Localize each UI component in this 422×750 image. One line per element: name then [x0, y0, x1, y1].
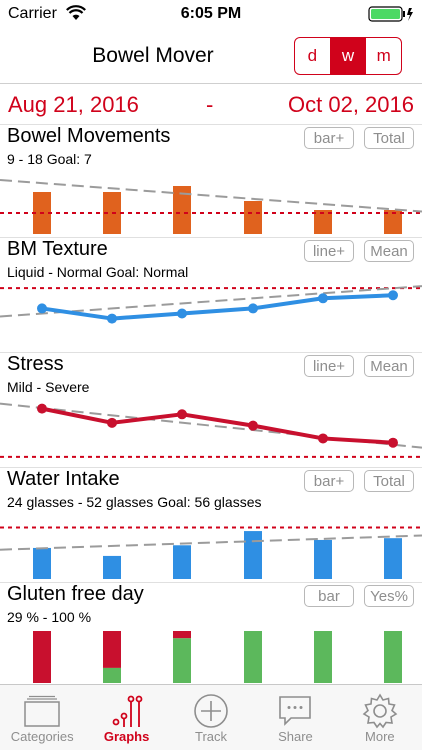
panel-subtitle: Mild - Severe [7, 379, 90, 395]
segment-week[interactable]: w [330, 38, 367, 74]
data-point [177, 308, 187, 319]
segment-month[interactable]: m [366, 38, 401, 74]
panel-subtitle: 29 % - 100 % [7, 609, 92, 625]
chart-panel-water-intake[interactable]: Water Intake 24 glasses - 52 glasses Goa… [0, 467, 422, 580]
bar-no [103, 631, 121, 668]
aggregate-button[interactable]: Yes% [364, 585, 414, 607]
chart-panel-bowel-movements[interactable]: Bowel Movements 9 - 18 Goal: 7 bar+ Tota… [0, 124, 422, 235]
graph-icon [107, 693, 147, 729]
tab-label: Categories [10, 729, 74, 744]
chart-panel-gluten-free[interactable]: Gluten free day 29 % - 100 % bar Yes% [0, 582, 422, 684]
aggregate-button[interactable]: Total [364, 127, 414, 149]
data-point [37, 303, 47, 314]
panel-subtitle: 9 - 18 Goal: 7 [7, 151, 92, 167]
tab-label: Share [278, 729, 313, 744]
trend-line [0, 534, 422, 551]
panel-title: Bowel Movements [7, 125, 171, 147]
bar [384, 538, 402, 579]
chart-type-button[interactable]: bar+ [304, 127, 354, 149]
folder-icon [22, 693, 62, 729]
bar-yes [103, 667, 121, 683]
bar-no [173, 631, 191, 639]
tab-label: Graphs [103, 729, 150, 744]
series-line [41, 293, 394, 321]
bar [33, 547, 51, 579]
bar [173, 545, 191, 579]
chart-type-button[interactable]: line+ [304, 240, 354, 262]
tab-track[interactable]: Track [169, 685, 253, 750]
segment-day[interactable]: d [295, 38, 331, 74]
tab-categories[interactable]: Categories [0, 685, 84, 750]
data-point [388, 290, 398, 301]
tab-bar: Categories Graphs Track Share More [0, 684, 422, 750]
data-point [248, 303, 258, 314]
tab-label: More [365, 729, 395, 744]
tab-more[interactable]: More [338, 685, 422, 750]
bar [314, 539, 332, 579]
panel-title: Stress [7, 353, 64, 375]
panel-title: BM Texture [7, 238, 108, 260]
bar [244, 201, 262, 234]
nav-bar: Bowel Mover d w m [0, 30, 422, 84]
status-bar: Carrier 6:05 PM [0, 0, 422, 30]
end-date[interactable]: Oct 02, 2016 [288, 92, 414, 118]
bar [103, 555, 121, 579]
date-separator: - [206, 92, 214, 117]
bar-yes [384, 631, 402, 683]
panel-title: Gluten free day [7, 583, 144, 605]
data-point [37, 403, 47, 414]
tab-share[interactable]: Share [253, 685, 337, 750]
tab-graphs[interactable]: Graphs [84, 685, 168, 750]
period-segmented-control: d w m [294, 37, 402, 75]
bar-no [33, 631, 51, 683]
data-point [107, 417, 117, 428]
plus-circle-icon [191, 693, 231, 729]
gear-icon [360, 693, 400, 729]
panel-subtitle: 24 glasses - 52 glasses Goal: 56 glasses [7, 494, 262, 510]
chart-type-button[interactable]: bar [304, 585, 354, 607]
aggregate-button[interactable]: Total [364, 470, 414, 492]
page-title: Bowel Mover [92, 44, 214, 67]
bar-yes [314, 631, 332, 683]
aggregate-button[interactable]: Mean [364, 355, 414, 377]
aggregate-button[interactable]: Mean [364, 240, 414, 262]
message-icon [275, 693, 315, 729]
battery-icon [368, 6, 414, 27]
chart-panel-stress[interactable]: Stress Mild - Severe line+ Mean [0, 352, 422, 465]
chart-type-button[interactable]: line+ [304, 355, 354, 377]
data-point [177, 409, 187, 420]
bar-yes [173, 638, 191, 683]
chart-type-button[interactable]: bar+ [304, 470, 354, 492]
data-point [388, 437, 398, 448]
data-point [318, 433, 328, 444]
data-point [107, 313, 117, 324]
data-point [248, 420, 258, 431]
bar [244, 531, 262, 579]
tab-label: Track [195, 729, 228, 744]
bar-yes [244, 631, 262, 683]
panel-title: Water Intake [7, 468, 120, 490]
panel-subtitle: Liquid - Normal Goal: Normal [7, 264, 189, 280]
chart-panel-bm-texture[interactable]: BM Texture Liquid - Normal Goal: Normal … [0, 237, 422, 350]
trend-line [0, 179, 422, 213]
clock: 6:05 PM [180, 5, 242, 22]
start-date[interactable]: Aug 21, 2016 [8, 92, 139, 118]
data-point [318, 293, 328, 304]
date-range: Aug 21, 2016 - Oct 02, 2016 [0, 92, 422, 122]
